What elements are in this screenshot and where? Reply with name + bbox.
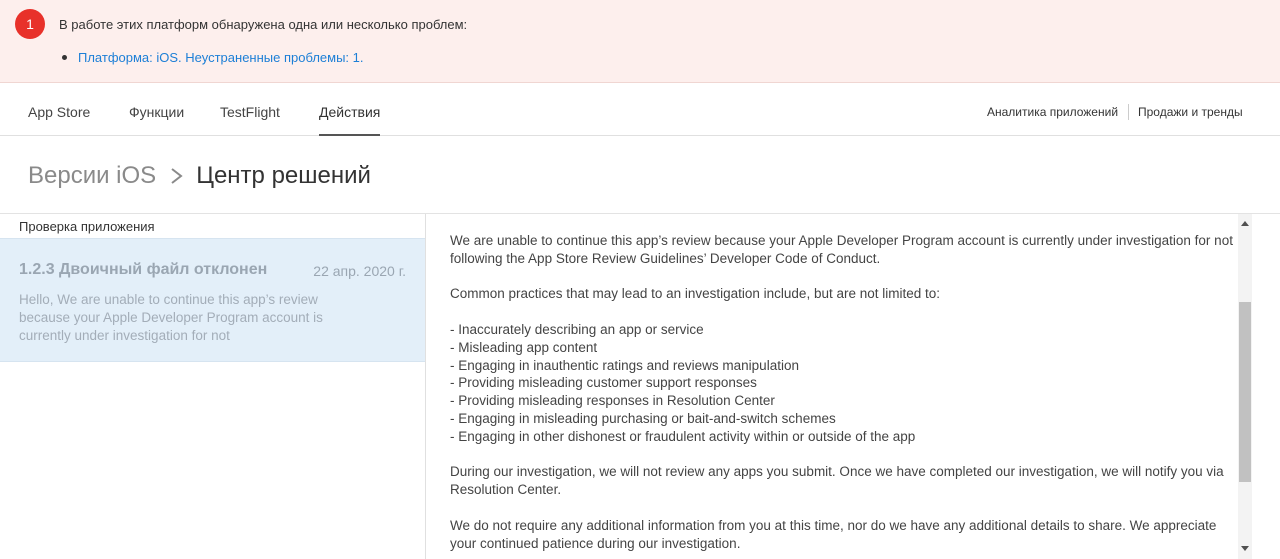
- message-practices-list: - Inaccurately describing an app or serv…: [450, 321, 916, 444]
- message-paragraph: Common practices that may lead to an inv…: [450, 286, 941, 302]
- breadcrumb: Версии iOS Центр решений: [28, 160, 371, 192]
- issue-count-badge: 1: [15, 9, 45, 39]
- scroll-down-icon[interactable]: [1238, 543, 1252, 553]
- message-paragraph: During our investigation, we will not re…: [450, 464, 1224, 498]
- message-list-item[interactable]: 1.2.3 Двоичный файл отклонен 22 апр. 202…: [0, 238, 425, 362]
- bullet-icon: [62, 55, 67, 60]
- message-paragraph: We do not require any additional informa…: [450, 517, 1217, 551]
- top-navigation: App Store Функции TestFlight Действия Ан…: [0, 84, 1280, 136]
- nav-divider: [1128, 104, 1129, 120]
- message-date: 22 апр. 2020 г.: [313, 263, 406, 279]
- scrollbar-thumb[interactable]: [1239, 302, 1251, 482]
- alert-message: В работе этих платформ обнаружена одна и…: [59, 17, 468, 32]
- message-title: 1.2.3 Двоичный файл отклонен: [19, 261, 268, 278]
- message-list-panel: Проверка приложения 1.2.3 Двоичный файл …: [0, 214, 425, 559]
- app-analytics-link[interactable]: Аналитика приложений: [987, 105, 1118, 119]
- detail-scrollbar[interactable]: [1238, 214, 1252, 559]
- tab-activity[interactable]: Действия: [319, 104, 380, 120]
- page-title: Центр решений: [196, 162, 371, 189]
- issues-alert-banner: 1 В работе этих платформ обнаружена одна…: [0, 0, 1280, 83]
- chevron-right-icon: [171, 168, 183, 184]
- breadcrumb-ios-versions[interactable]: Версии iOS: [28, 162, 156, 190]
- platform-issue-link[interactable]: Платформа: iOS. Неустраненные проблемы: …: [78, 50, 364, 65]
- message-body: We are unable to continue this app’s rev…: [450, 232, 1238, 559]
- message-preview: Hello, We are unable to continue this ap…: [19, 292, 323, 343]
- alert-issue-list: Платформа: iOS. Неустраненные проблемы: …: [62, 50, 364, 65]
- message-list-header: Проверка приложения: [19, 219, 155, 234]
- scroll-up-icon[interactable]: [1238, 218, 1252, 228]
- tab-testflight[interactable]: TestFlight: [220, 104, 280, 120]
- sales-trends-link[interactable]: Продажи и тренды: [1138, 105, 1243, 119]
- message-detail-panel: We are unable to continue this app’s rev…: [426, 214, 1238, 559]
- tab-app-store[interactable]: App Store: [28, 104, 90, 120]
- message-paragraph: We are unable to continue this app’s rev…: [450, 233, 1233, 266]
- active-tab-indicator: [319, 134, 380, 136]
- tab-features[interactable]: Функции: [129, 104, 184, 120]
